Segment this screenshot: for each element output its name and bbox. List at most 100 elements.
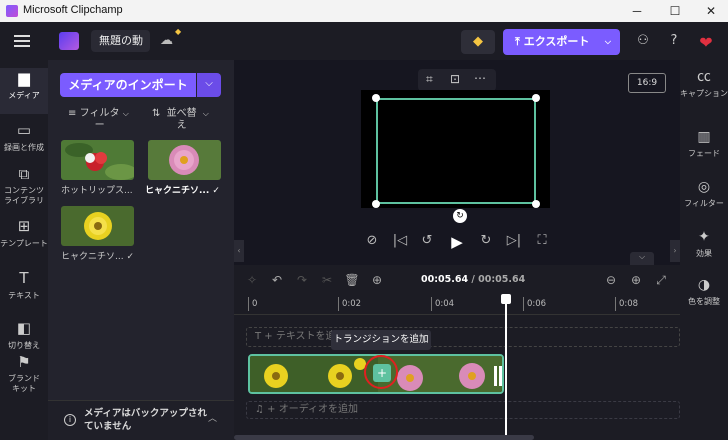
forward-5s-icon[interactable]: ↻ bbox=[478, 233, 494, 248]
collapse-right-icon[interactable]: › bbox=[670, 240, 680, 262]
filters-icon: ◎ bbox=[697, 179, 711, 195]
selected-video[interactable] bbox=[376, 98, 536, 204]
music-note-icon: ♫ bbox=[255, 404, 264, 415]
templates-icon: ⊞ bbox=[17, 217, 31, 235]
color-adjust-icon: ◑ bbox=[697, 277, 711, 293]
preview-toolbar: ⌗ ⊡ ⋯ bbox=[418, 69, 496, 91]
total-time: / 00:05.64 bbox=[471, 274, 526, 285]
backup-text: メディアはバックアップされていません bbox=[84, 408, 207, 432]
audio-track[interactable]: ♫ + オーディオを追加 bbox=[246, 401, 680, 419]
add-transition-button[interactable]: + bbox=[373, 364, 391, 382]
zoom-in-icon[interactable]: ⊕ bbox=[628, 273, 644, 287]
resize-handle[interactable] bbox=[532, 200, 540, 208]
yellow-zinnia-thumbnail bbox=[61, 206, 134, 246]
panel-item-captions[interactable]: ㏄ キャプション bbox=[680, 68, 728, 99]
menu-icon[interactable] bbox=[14, 35, 30, 47]
media-item-name: ヒャクニチソ... ✓ bbox=[61, 249, 141, 262]
tick-label: 0:08 bbox=[615, 297, 638, 311]
more-options-icon[interactable]: ⋯ bbox=[474, 71, 486, 85]
heart-icon[interactable]: ❤ bbox=[697, 33, 715, 52]
sidebar-item-text[interactable]: T テキスト bbox=[0, 268, 48, 314]
backup-banner[interactable]: i メディアはバックアップされていません ︿ bbox=[48, 400, 234, 440]
add-audio-label: + オーディオを追加 bbox=[267, 404, 359, 415]
media-item-thumbnail[interactable] bbox=[61, 206, 134, 246]
sidebar-item-record[interactable]: ▭ 録画と作成 bbox=[0, 120, 48, 166]
chevron-down-icon: ⌵ bbox=[205, 78, 213, 89]
top-bar: 無題の動 ☁ ◆ ◆ ⤒ エクスポート ⌵ ⚇ ? ❤ bbox=[0, 22, 728, 60]
chevron-down-icon: ⌵ bbox=[604, 37, 611, 46]
sidebar-item-label: ブランド キット bbox=[8, 374, 40, 393]
share-icon[interactable]: ⚇ bbox=[634, 33, 652, 51]
minimize-button[interactable]: ─ bbox=[620, 0, 654, 22]
fullscreen-icon[interactable]: ⛶ bbox=[534, 233, 550, 248]
panel-item-label: 効果 bbox=[696, 249, 712, 258]
import-media-button[interactable]: メディアのインポート bbox=[60, 73, 196, 97]
fit-timeline-icon[interactable]: ⤢ bbox=[653, 273, 669, 288]
rewind-5s-icon[interactable]: ↺ bbox=[419, 233, 435, 248]
fade-icon: ▥ bbox=[697, 129, 711, 145]
split-icon[interactable]: ✂ bbox=[319, 273, 335, 287]
undo-icon[interactable]: ↶ bbox=[269, 273, 285, 287]
filter-button[interactable]: ≡ フィルター ⌵ bbox=[68, 108, 129, 132]
collapse-left-icon[interactable]: ‹ bbox=[234, 240, 244, 262]
folder-icon: ▆ bbox=[18, 69, 30, 87]
panel-item-filters[interactable]: ◎ フィルター bbox=[680, 178, 728, 209]
project-name-field[interactable]: 無題の動 bbox=[91, 30, 150, 52]
fit-icon[interactable]: ⊡ bbox=[450, 72, 460, 86]
app-logo-icon bbox=[6, 5, 18, 17]
crop-icon[interactable]: ⌗ bbox=[426, 72, 433, 87]
content-library-icon: ⧉ bbox=[18, 165, 30, 183]
resize-handle[interactable] bbox=[372, 94, 380, 102]
media-item-thumbnail[interactable] bbox=[61, 140, 134, 180]
export-button[interactable]: ⤒ エクスポート ⌵ bbox=[503, 29, 620, 55]
info-icon: i bbox=[64, 414, 76, 426]
play-icon[interactable]: ▶ bbox=[449, 233, 465, 251]
sidebar-item-brand-kit[interactable]: ⚑ ブランド キット bbox=[0, 350, 48, 400]
redo-icon[interactable]: ↷ bbox=[294, 273, 310, 287]
zoom-out-icon[interactable]: ⊖ bbox=[603, 273, 619, 287]
check-icon: ✓ bbox=[126, 252, 135, 262]
timeline-ruler[interactable]: 0 0:02 0:04 0:06 0:08 bbox=[234, 295, 680, 315]
resize-handle[interactable] bbox=[372, 200, 380, 208]
plus-icon: + bbox=[376, 366, 388, 380]
sidebar-item-label: テキスト bbox=[8, 291, 40, 300]
filter-icon: ≡ bbox=[68, 108, 77, 119]
chevron-up-icon[interactable]: ︿ bbox=[208, 411, 217, 424]
media-item-thumbnail[interactable] bbox=[148, 140, 221, 180]
text-icon: T bbox=[19, 269, 29, 287]
brand-kit-icon: ⚑ bbox=[17, 353, 31, 371]
panel-item-effects[interactable]: ✦ 効果 bbox=[680, 228, 728, 259]
window-title: Microsoft Clipchamp bbox=[23, 4, 123, 16]
skip-forward-icon[interactable]: ▷| bbox=[506, 233, 522, 248]
premium-button[interactable]: ◆ bbox=[461, 30, 495, 54]
skip-back-icon[interactable]: |◁ bbox=[392, 233, 408, 248]
media-item-label: ヒャクニチソ... bbox=[61, 252, 124, 262]
sort-button[interactable]: ⇅ 並べ替え ⌵ bbox=[152, 108, 209, 132]
rotate-icon[interactable]: ↻ bbox=[453, 209, 467, 223]
text-track[interactable]: T + テキストを追加 bbox=[246, 327, 680, 347]
captions-icon: ㏄ bbox=[697, 69, 711, 85]
sidebar-item-label: 切り替え bbox=[8, 341, 40, 350]
playhead[interactable] bbox=[505, 295, 507, 440]
premium-gem-icon: ◆ bbox=[175, 27, 182, 36]
sidebar-item-label: メディア bbox=[8, 91, 40, 100]
sidebar-item-templates[interactable]: ⊞ テンプレート bbox=[0, 216, 48, 262]
aspect-ratio-button[interactable]: 16:9 bbox=[628, 73, 666, 93]
magic-wand-icon[interactable]: ✧ bbox=[244, 273, 260, 287]
delete-icon[interactable]: 🗑 bbox=[344, 273, 360, 287]
sidebar-item-media[interactable]: ▆ メディア bbox=[0, 68, 48, 114]
chevron-down-icon: ⌵ bbox=[122, 109, 129, 118]
panel-item-fade[interactable]: ▥ フェード bbox=[680, 128, 728, 159]
resize-handle[interactable] bbox=[532, 94, 540, 102]
panel-item-color[interactable]: ◑ 色を調整 bbox=[680, 276, 728, 307]
timeline-scrollbar[interactable] bbox=[234, 435, 534, 440]
chevron-down-icon: ⌵ bbox=[202, 109, 209, 118]
maximize-button[interactable]: ☐ bbox=[658, 0, 692, 22]
import-options-button[interactable]: ⌵ bbox=[197, 73, 221, 97]
no-captions-icon[interactable]: ⊘ bbox=[364, 233, 380, 248]
close-button[interactable]: ✕ bbox=[694, 0, 728, 22]
help-icon[interactable]: ? bbox=[665, 33, 683, 51]
add-media-icon[interactable]: ⊕ bbox=[369, 273, 385, 287]
sidebar-item-content-library[interactable]: ⧉ コンテンツ ライブラリ bbox=[0, 164, 48, 212]
collapse-preview-icon[interactable]: ⌵ bbox=[630, 252, 654, 265]
